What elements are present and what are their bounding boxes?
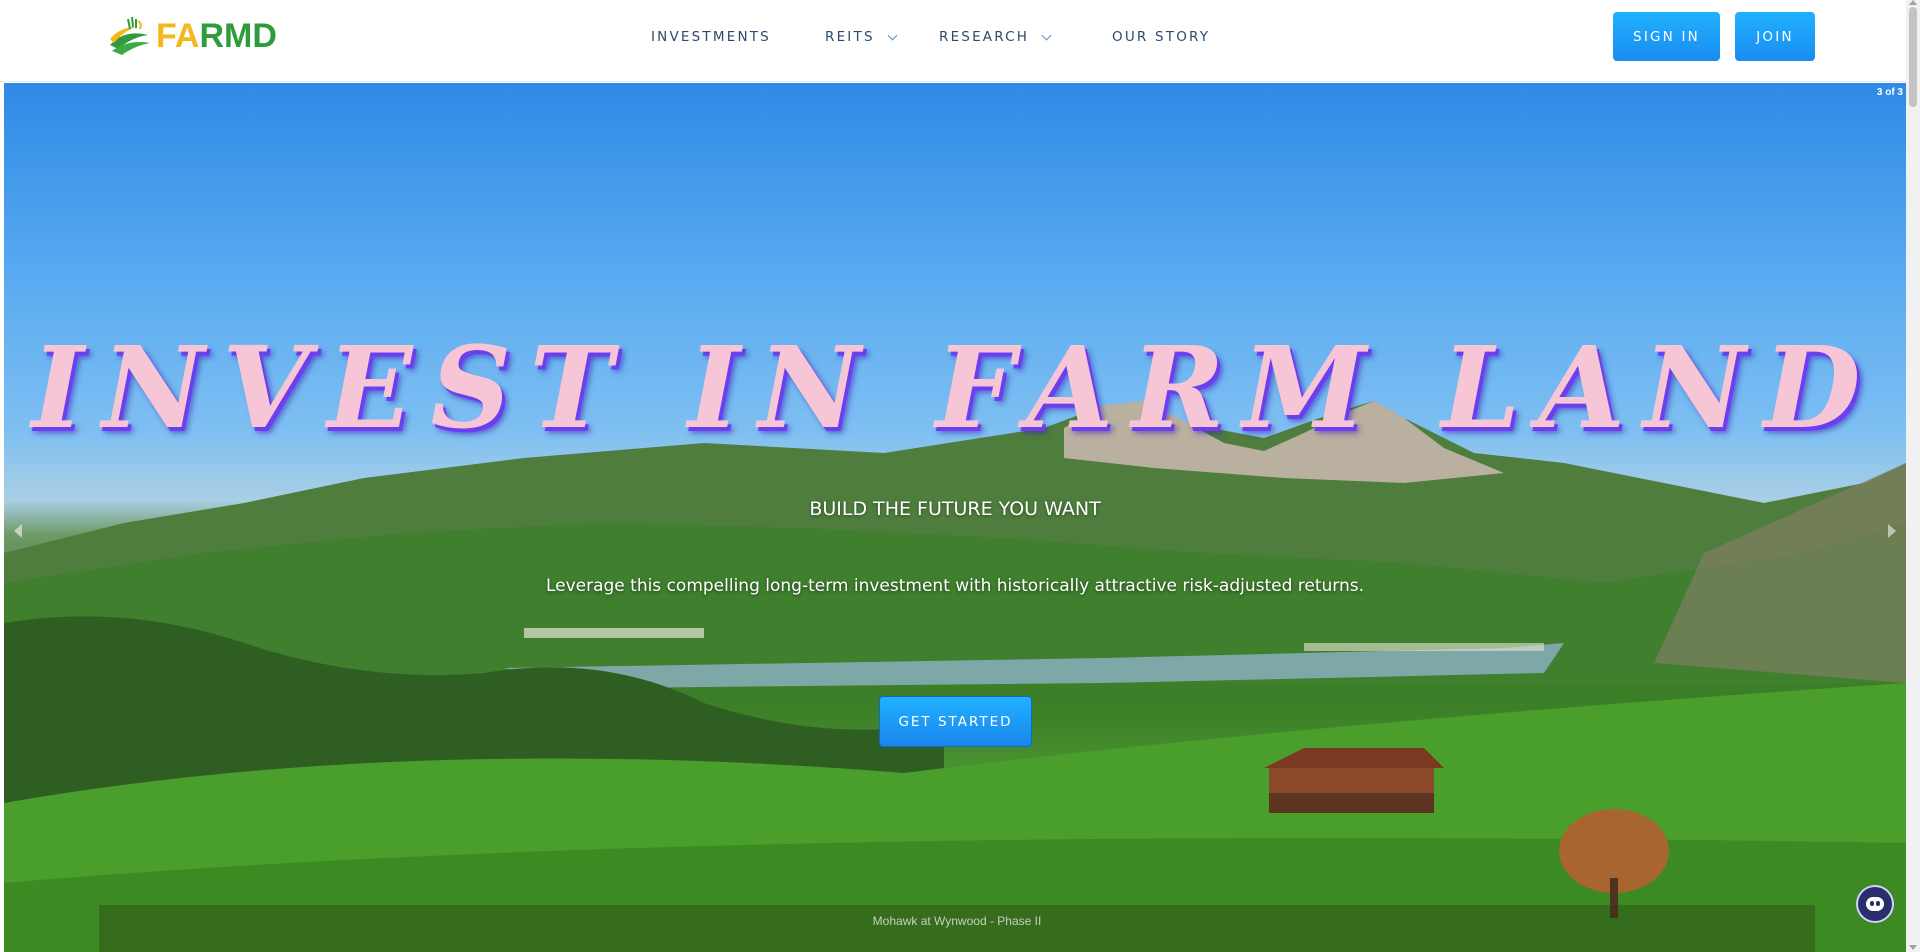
nav-item-reits[interactable]: REITS xyxy=(825,29,898,45)
chevron-down-icon xyxy=(1041,30,1052,40)
nav-item-research[interactable]: RESEARCH xyxy=(939,29,1052,45)
hero-subheading: BUILD THE FUTURE YOU WANT xyxy=(809,498,1101,520)
nav-item-label: OUR STORY xyxy=(1112,29,1211,45)
chatbot-face-icon xyxy=(1866,897,1884,911)
chevron-down-icon xyxy=(887,30,898,40)
hero-headline: INVEST IN FARM LAND xyxy=(31,323,1879,454)
slide-caption-text: Mohawk at Wynwood - Phase II xyxy=(872,914,1042,928)
chatbot-icon[interactable] xyxy=(1858,887,1892,921)
get-started-button[interactable]: GET STARTED xyxy=(879,696,1032,747)
site-header: FARMD INVESTMENTS REITS RESEARCH OUR STO… xyxy=(0,0,1920,82)
nav-item-label: RESEARCH xyxy=(939,29,1030,45)
scroll-thumb[interactable] xyxy=(1909,7,1917,107)
logo-text-part2: RMD xyxy=(199,16,277,55)
sign-in-button[interactable]: SIGN IN xyxy=(1613,12,1720,61)
hero-slider: 3 of 3 INVEST IN FARM LAND BUILD THE FUT… xyxy=(4,83,1906,952)
scroll-down-icon[interactable] xyxy=(1909,945,1917,950)
farm-field-icon xyxy=(110,16,150,55)
chevron-left-icon[interactable] xyxy=(14,524,22,538)
nav-item-investments[interactable]: INVESTMENTS xyxy=(651,29,771,45)
slide-caption: Mohawk at Wynwood - Phase II xyxy=(99,905,1815,952)
logo[interactable]: FARMD xyxy=(106,15,277,57)
logo-text-part1: FA xyxy=(156,16,200,55)
logo-text: FARMD xyxy=(156,17,277,56)
nav-item-label: REITS xyxy=(825,29,875,45)
nav-item-our-story[interactable]: OUR STORY xyxy=(1112,29,1210,45)
slide-counter: 3 of 3 xyxy=(1876,87,1903,98)
nav-item-label: INVESTMENTS xyxy=(651,29,771,45)
scroll-up-icon[interactable] xyxy=(1909,0,1917,5)
hero-tagline: Leverage this compelling long-term inves… xyxy=(545,576,1365,596)
chevron-right-icon[interactable] xyxy=(1888,524,1896,538)
page-scrollbar[interactable] xyxy=(1906,0,1920,952)
join-button[interactable]: JOIN xyxy=(1735,12,1815,61)
